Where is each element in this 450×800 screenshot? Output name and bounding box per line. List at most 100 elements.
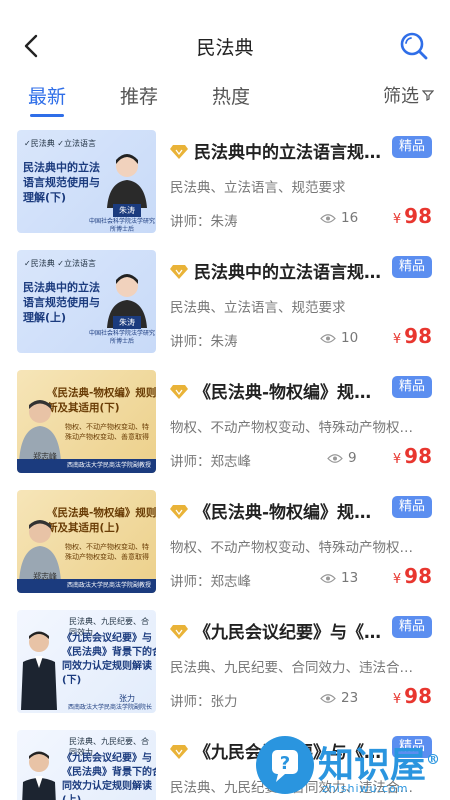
price-value: 98 (404, 684, 432, 708)
filter-icon (422, 90, 434, 101)
thumb-lecturer-org: 中国社会科学院法学研究所博士后 (88, 330, 155, 345)
thumb-subtitle: 物权、不动产物权变动、特殊动产物权变动、善意取得 (65, 543, 149, 561)
price-value: 98 (404, 204, 432, 228)
eye-icon (320, 213, 336, 223)
lecturer-photo (22, 751, 56, 800)
premium-badge: 精品 (392, 376, 432, 398)
premium-diamond-icon (170, 265, 188, 279)
tab-recommended[interactable]: 推荐 (120, 82, 158, 109)
view-count-value: 23 (341, 690, 359, 706)
sort-tabs: 最新 推荐 热度 筛选 (0, 78, 450, 118)
course-price: ¥98 (393, 564, 432, 588)
course-title[interactable]: 《民法典-物权编》规则… (194, 498, 384, 523)
thumb-lecturer-name: 朱涛 (113, 204, 141, 217)
course-title[interactable]: 民法典中的立法语言规… (194, 258, 384, 283)
thumb-subtitle: 物权、不动产物权变动、特殊动产物权变动、善意取得 (65, 423, 149, 441)
thumb-title: 民法典中的立法语言规范使用与理解(上) (23, 281, 100, 324)
currency-symbol: ¥ (392, 212, 402, 227)
course-price: ¥98 (393, 444, 432, 468)
thumb-lecturer-org: 西南政法大学民商法学院副教授 (66, 582, 151, 589)
price-value: 98 (404, 324, 432, 348)
view-count: 10 (320, 330, 358, 346)
currency-symbol: ¥ (392, 572, 402, 587)
lecturer-photo (107, 154, 147, 208)
premium-diamond-icon (170, 385, 188, 399)
eye-icon (320, 573, 336, 583)
course-title[interactable]: 《九民会议纪要》与《… (194, 618, 384, 643)
view-count-value: 10 (341, 330, 359, 346)
course-card[interactable]: 《民法典-物权编》规则创新及其适用(下) 物权、不动产物权变动、特殊动产物权变动… (0, 368, 450, 478)
course-teacher: 讲师：郑志峰 (170, 454, 251, 470)
course-teacher: 讲师：郑志峰 (170, 574, 251, 590)
search-icon[interactable] (398, 30, 430, 62)
course-tags: 物权、不动产物权变动、特殊动产物权变… (170, 420, 424, 436)
view-count: 16 (320, 210, 358, 226)
tab-latest[interactable]: 最新 (28, 82, 66, 109)
course-tags: 民法典、九民纪要、合同效力、违法合同… (170, 660, 424, 676)
price-value: 98 (404, 444, 432, 468)
course-thumbnail: 民法典、九民纪要、合同效力 《九民会议纪要》与《民法典》背景下的合同效力认定规则… (17, 730, 156, 800)
course-thumbnail: 《民法典-物权编》规则创新及其适用(下) 物权、不动产物权变动、特殊动产物权变动… (17, 370, 156, 473)
course-tags: 民法典、立法语言、规范要求 (170, 180, 346, 196)
currency-symbol: ¥ (392, 692, 402, 707)
course-card[interactable]: ✓民法典 ✓立法语言 民法典中的立法语言规范使用与理解(上) 朱涛 中国社会科学… (0, 248, 450, 358)
price-value: 98 (404, 564, 432, 588)
svg-text:?: ? (280, 753, 290, 774)
thumb-title: 《九民会议纪要》与《民法典》背景下的合同效力认定规则解读(上) (62, 753, 156, 800)
currency-symbol: ¥ (392, 332, 402, 347)
thumb-lecturer-name: 朱涛 (113, 316, 141, 329)
currency-symbol: ¥ (392, 452, 402, 467)
thumb-lecturer-name: 郑志峰 (33, 452, 57, 461)
thumb-lecturer-org: 西南政法大学民商法学院副教授 (66, 462, 151, 469)
eye-icon (327, 453, 343, 463)
thumb-tags: ✓民法典 ✓立法语言 (24, 259, 96, 268)
course-teacher: 讲师：朱涛 (170, 334, 238, 350)
course-tags: 民法典、立法语言、规范要求 (170, 300, 346, 316)
course-title[interactable]: 民法典中的立法语言规… (194, 138, 384, 163)
view-count-value: 13 (341, 570, 359, 586)
course-thumbnail: 《民法典-物权编》规则创新及其适用(上) 物权、不动产物权变动、特殊动产物权变动… (17, 490, 156, 593)
course-tags: 物权、不动产物权变动、特殊动产物权变… (170, 540, 424, 556)
course-title[interactable]: 《民法典-物权编》规则… (194, 378, 384, 403)
premium-diamond-icon (170, 625, 188, 639)
thumb-tags: ✓民法典 ✓立法语言 (24, 139, 96, 148)
premium-badge: 精品 (392, 256, 432, 278)
view-count: 13 (320, 570, 358, 586)
premium-badge: 精品 (392, 136, 432, 158)
filter-label: 筛选 (383, 86, 419, 107)
course-thumbnail: ✓民法典 ✓立法语言 民法典中的立法语言规范使用与理解(上) 朱涛 中国社会科学… (17, 250, 156, 353)
watermark-logo: ? (256, 736, 314, 794)
course-price: ¥98 (393, 684, 432, 708)
active-tab-indicator (30, 114, 64, 117)
course-thumbnail: 民法典、九民纪要、合同效力 《九民会议纪要》与《民法典》背景下的合同效力认定规则… (17, 610, 156, 713)
course-card[interactable]: 《民法典-物权编》规则创新及其适用(上) 物权、不动产物权变动、特殊动产物权变动… (0, 488, 450, 598)
course-price: ¥98 (393, 324, 432, 348)
course-card[interactable]: 民法典、九民纪要、合同效力 《九民会议纪要》与《民法典》背景下的合同效力认定规则… (0, 608, 450, 718)
view-count: 23 (320, 690, 358, 706)
premium-diamond-icon (170, 745, 188, 759)
view-count-value: 9 (348, 450, 357, 466)
watermark-url: zhishiwu.com (322, 782, 409, 795)
eye-icon (320, 333, 336, 343)
view-count-value: 16 (341, 210, 359, 226)
premium-badge: 精品 (392, 496, 432, 518)
page-title: 民法典 (196, 37, 254, 59)
premium-diamond-icon (170, 505, 188, 519)
thumb-title: 《民法典-物权编》规则创新及其适用(下) (47, 387, 156, 414)
thumb-lecturer-org: 中国社会科学院法学研究所博士后 (88, 218, 155, 233)
premium-diamond-icon (170, 145, 188, 159)
site-watermark: ? 知识屋® zhishiwu.com (252, 732, 450, 800)
question-bubble-icon: ? (272, 750, 298, 782)
thumb-title: 《民法典-物权编》规则创新及其适用(上) (47, 507, 156, 534)
premium-badge: 精品 (392, 616, 432, 638)
top-bar: 民法典 (0, 0, 450, 90)
watermark-text: 知识屋® (318, 744, 441, 786)
filter-button[interactable]: 筛选 (383, 82, 434, 108)
lecturer-photo (21, 631, 57, 710)
thumb-lecturer-org: 西南政法大学民商法学院副院长 (67, 704, 152, 711)
thumb-title: 《九民会议纪要》与《民法典》背景下的合同效力认定规则解读(下) (62, 633, 156, 686)
course-card[interactable]: ✓民法典 ✓立法语言 民法典中的立法语言规范使用与理解(下) 朱涛 中国社会科学… (0, 128, 450, 238)
course-teacher: 讲师：张力 (170, 694, 238, 710)
eye-icon (320, 693, 336, 703)
tab-popularity[interactable]: 热度 (212, 82, 250, 109)
